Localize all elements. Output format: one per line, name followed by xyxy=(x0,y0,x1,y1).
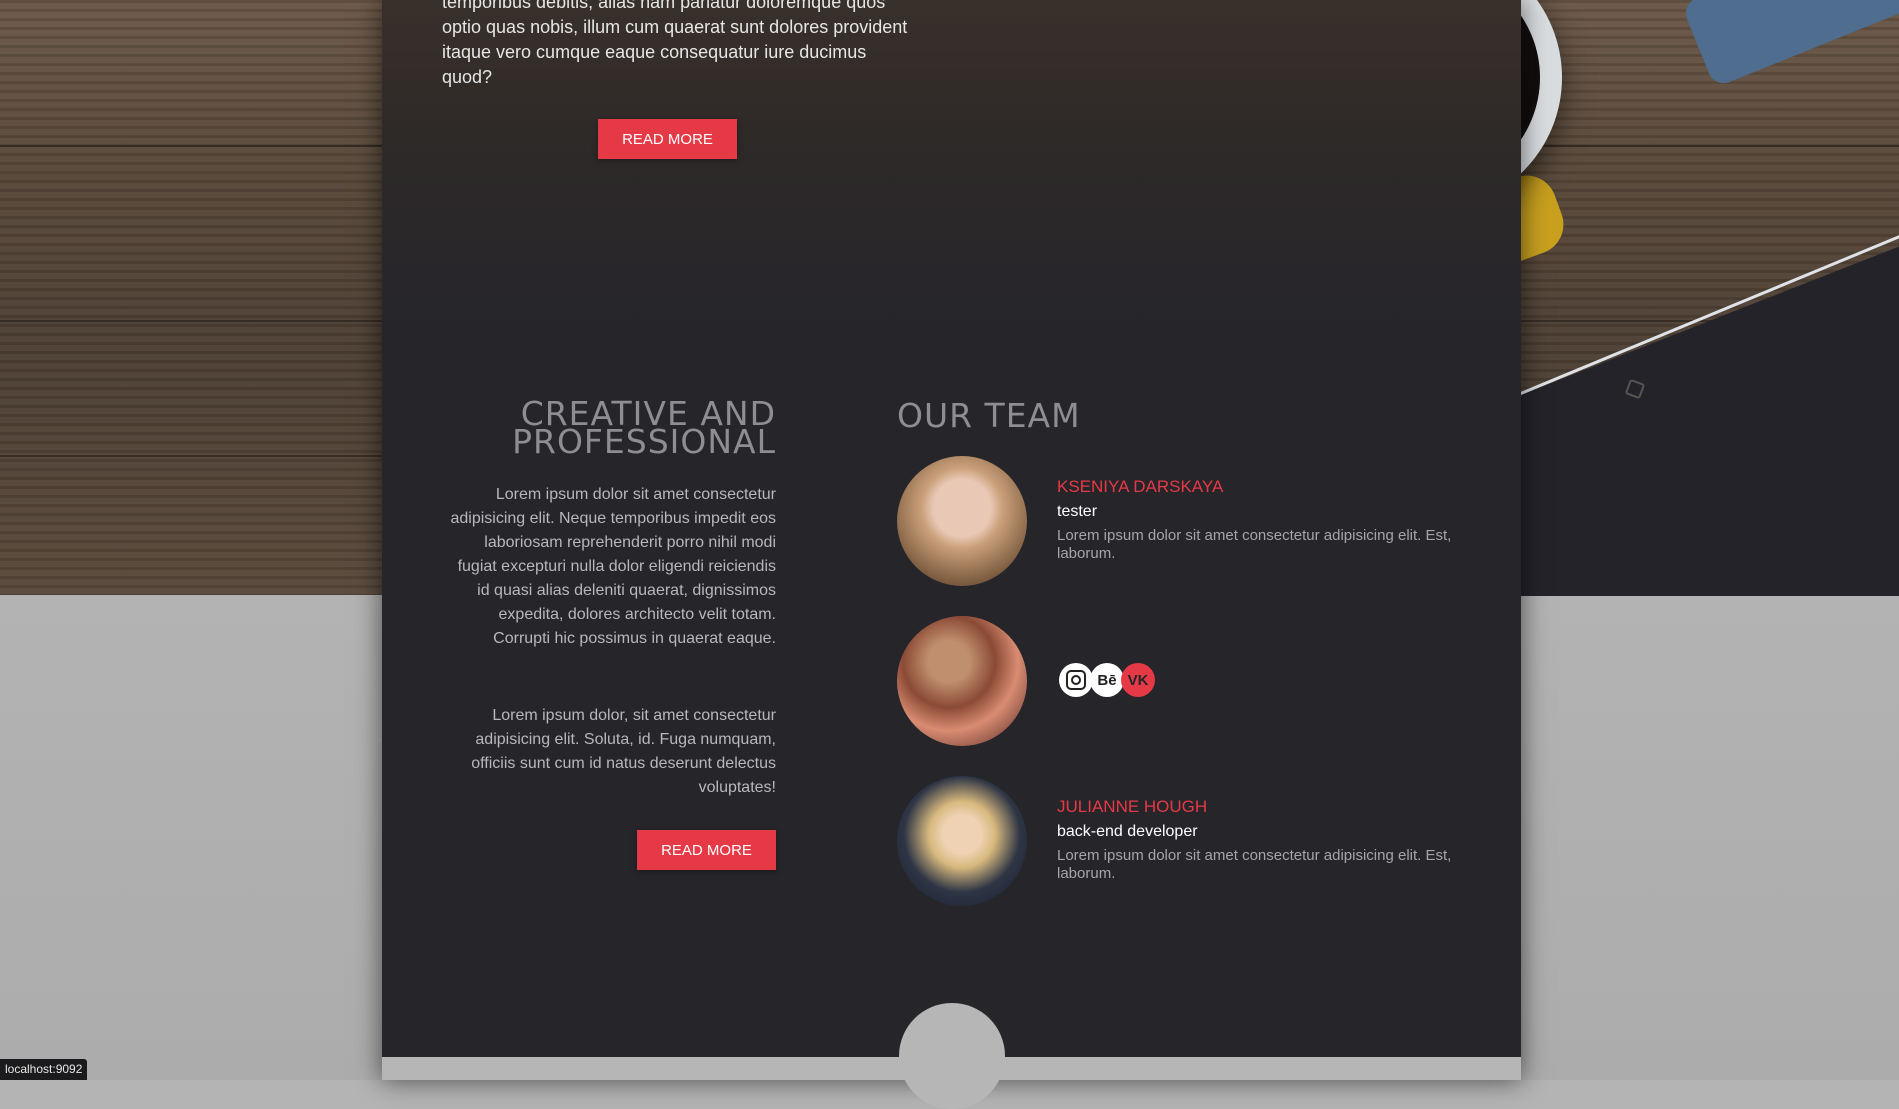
member-description: Lorem ipsum dolor sit amet consectetur a… xyxy=(1057,847,1452,882)
member-socials: Bē VK xyxy=(1059,663,1159,699)
creative-section-title: CREATIVE AND PROFESSIONAL xyxy=(442,397,776,461)
panel-bottom-strip xyxy=(382,1057,1521,1080)
behance-icon[interactable]: Bē xyxy=(1090,663,1124,697)
content-panel: temporibus debitis, alias nam pariatur d… xyxy=(382,0,1521,1109)
creative-paragraph-2: Lorem ipsum dolor, sit amet consectetur … xyxy=(471,707,776,796)
member-role: tester xyxy=(1057,503,1098,520)
creative-read-more-button[interactable]: READ MORE xyxy=(637,830,776,870)
member-name: JULIANNE HOUGH xyxy=(1057,797,1208,816)
scroll-indicator-circle[interactable] xyxy=(899,1003,1005,1109)
vk-icon[interactable]: VK xyxy=(1121,663,1155,697)
intro-read-more-button[interactable]: READ MORE xyxy=(598,119,737,159)
member-avatar-julianne xyxy=(897,776,1027,906)
team-section-title: OUR TEAM xyxy=(897,396,1081,435)
member-avatar-2[interactable] xyxy=(897,616,1027,746)
creative-title-line2: PROFESSIONAL xyxy=(512,422,776,461)
member-name: KSENIYA DARSKAYA xyxy=(1057,477,1224,496)
member-info-kseniya: KSENIYA DARSKAYA tester Lorem ipsum dolo… xyxy=(1057,476,1457,563)
member-info-julianne: JULIANNE HOUGH back-end developer Lorem … xyxy=(1057,796,1457,883)
intro-text: temporibus debitis, alias nam pariatur d… xyxy=(442,0,908,87)
creative-paragraph-1: Lorem ipsum dolor sit amet consectetur a… xyxy=(450,486,776,647)
status-bar-url: localhost:9092 xyxy=(0,1059,88,1080)
member-role: back-end developer xyxy=(1057,823,1198,840)
member-avatar-kseniya xyxy=(897,456,1027,586)
member-description: Lorem ipsum dolor sit amet consectetur a… xyxy=(1057,527,1452,562)
instagram-icon[interactable] xyxy=(1059,663,1093,697)
